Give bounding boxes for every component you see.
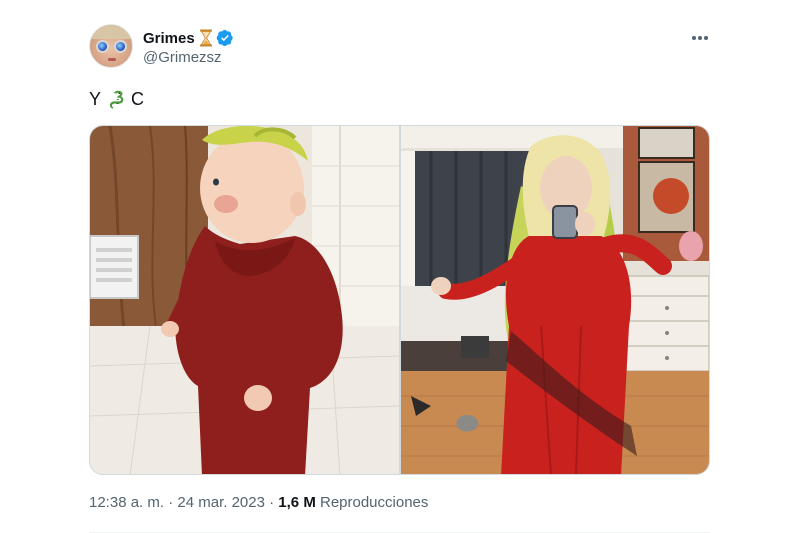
photo-child-in-red-onesie xyxy=(90,126,399,474)
avatar-glasses-left xyxy=(96,40,109,53)
media-photo-1[interactable] xyxy=(90,126,399,474)
author-handle[interactable]: @Grimezsz xyxy=(143,49,222,66)
avatar-glasses-right xyxy=(114,40,127,53)
ellipsis-icon xyxy=(692,36,708,40)
more-options-button[interactable] xyxy=(686,28,714,48)
tweet-card: Grimes @Grimezsz Y C 12:38 a. m. · 24 ma… xyxy=(0,0,800,533)
avatar-mouth xyxy=(108,58,116,61)
photo-mirror-selfie xyxy=(401,126,709,474)
tweet-text-before: Y xyxy=(89,89,102,109)
dragon-icon xyxy=(109,90,124,109)
tweet-metadata: 12:38 a. m. · 24 mar. 2023 · 1,6 M Repro… xyxy=(89,494,428,511)
author-name-row[interactable]: Grimes xyxy=(143,27,234,49)
media-photo-2[interactable] xyxy=(401,126,709,474)
tweet-time[interactable]: 12:38 a. m. xyxy=(89,494,164,511)
tweet-text: Y C xyxy=(89,86,144,112)
media-grid xyxy=(89,125,710,475)
tweet-text-after: C xyxy=(131,89,145,109)
views-label: Reproducciones xyxy=(319,494,429,511)
verified-badge-icon[interactable] xyxy=(216,29,234,47)
meta-separator-2: · xyxy=(269,494,275,511)
avatar[interactable] xyxy=(89,24,133,68)
tweet-date[interactable]: 24 mar. 2023 xyxy=(177,494,265,511)
views-count[interactable]: 1,6 M xyxy=(278,494,316,511)
meta-separator-1: · xyxy=(168,494,174,511)
avatar-hair xyxy=(90,25,132,39)
hourglass-icon xyxy=(199,29,212,47)
author-display-name[interactable]: Grimes xyxy=(143,30,195,47)
